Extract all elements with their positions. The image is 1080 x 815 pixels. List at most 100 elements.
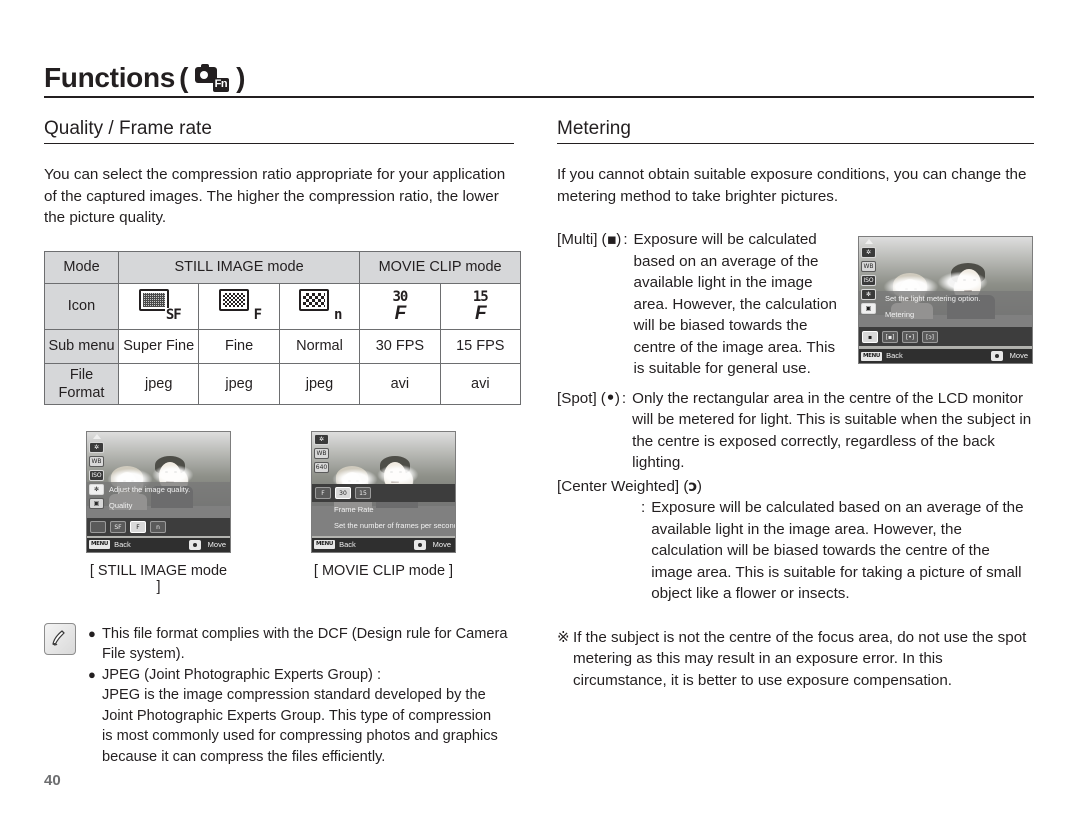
lcd-screenshot-metering-wrap: ✲ WB ISO ✻ ▣ Set the light metering opti… [858,236,1033,364]
lcd-caption-row: [ STILL IMAGE mode ] [ MOVIE CLIP mode ] [44,563,519,595]
lcd-option-bar: F 30 15 [312,483,455,502]
lcd-move-group: Move [413,538,451,552]
dpad-icon[interactable] [990,351,1003,361]
page-title-text: Functions [44,62,176,93]
icon-cell-super-fine: SF [117,282,200,330]
note-pen-icon [44,622,76,655]
note-list: ● This file format complies with the DCF… [88,623,508,768]
quality-menu-icon: ✻ [89,483,104,495]
definition-description-spot: Only the rectangular area in the centre … [632,389,1032,472]
scroll-up-arrow-icon [92,433,101,439]
quality-superfine-icon: SF [138,289,182,322]
table-row: Icon SF F n 30 F 15 F [44,282,522,330]
table-row: Sub menu Super Fine Fine Normal 30 FPS 1… [44,328,522,364]
note-line: JPEG is the image compression standard d… [102,687,486,703]
lcd-info-bar: Adjust the image quality. Quality [87,481,230,518]
right-column: Metering If you cannot obtain suitable e… [557,118,1034,691]
icon-cell-normal: n [278,282,361,330]
lcd-back-label: Back [339,539,356,549]
submenu-super-fine: Super Fine [117,328,200,364]
quality-section-divider [44,143,514,144]
camera-fn-icon: Fn [195,64,230,92]
lcd-move-group: Move [188,538,226,552]
framerate-option-30[interactable]: 30 [335,486,351,499]
row-label-sub-menu: Sub menu [44,328,119,364]
left-column: Quality / Frame rate You can select the … [44,118,522,768]
framerate-15-icon: 15 F [473,289,489,324]
quality-option-superfine[interactable]: SF [110,520,126,533]
definition-term-multi: [Multi] (▪) [557,229,621,380]
resolution-badge-icon: 640 [314,461,329,473]
definition-label: [Center Weighted] [557,477,680,495]
quality-normal-icon: n [299,289,343,322]
iso-icon: ISO [861,275,876,286]
framerate-option-icon[interactable]: F [315,486,331,499]
paren-open: ( [179,62,189,93]
metering-option-multi[interactable]: [▪] [882,330,898,343]
note-block: ● This file format complies with the DCF… [44,622,519,768]
metering-option-spot[interactable]: [•] [902,330,918,343]
lcd-back-label: Back [886,351,903,360]
center-weighted-metering-icon: (ɔ) [683,476,702,495]
row-label-icon: Icon [44,282,119,330]
caption-still-image-mode: [ STILL IMAGE mode ] [89,562,228,595]
quality-option-normal[interactable]: n [150,520,166,533]
table-row: File Format jpeg jpeg jpeg avi avi [44,362,522,405]
menu-button-chip[interactable]: MENU [861,351,883,361]
header-still-image-mode: STILL IMAGE mode [117,250,361,284]
quality-option-fine[interactable]: F [130,520,146,533]
definition-multi: [Multi] (▪) : Exposure will be calculate… [557,229,847,380]
metering-menu-icon: ▣ [89,497,104,509]
quality-menu-icon: ✻ [861,289,876,300]
iso-icon: ISO [89,469,104,481]
lcd-move-group: Move [990,349,1028,363]
fileformat-normal: jpeg [278,362,361,405]
lcd-help-text: Set the light metering option. [885,294,981,303]
submenu-15fps: 15 FPS [439,328,522,364]
definition-term-center-weighted: [Center Weighted] (ɔ) [557,476,1034,498]
lcd-left-icon-strip: ✲ WB ISO ✻ ▣ [860,239,877,314]
asterisk-note-text: If the subject is not the centre of the … [573,628,1027,689]
lcd-menu-name: Frame Rate [334,504,374,514]
metering-section-divider [557,143,1034,144]
metering-option-current[interactable]: ▪ [862,330,878,343]
icon-cell-fine: F [198,282,280,330]
lcd-screenshot-metering: ✲ WB ISO ✻ ▣ Set the light metering opti… [858,236,1033,364]
spot-metering-icon: (•) [600,388,620,407]
lcd-move-label: Move [432,539,451,549]
lcd-info-bar: Frame Rate Set the number of frames per … [312,501,455,536]
bullet-icon: ● [88,625,96,641]
quality-option-icon[interactable] [90,520,106,533]
page-header: Functions ( Fn ) [44,62,1034,98]
framerate-option-15[interactable]: 15 [355,486,371,499]
dpad-icon[interactable] [188,539,201,550]
metering-option-center-weighted[interactable]: [ɔ] [922,330,938,343]
bullet-icon: ● [88,666,96,682]
scroll-up-arrow-icon [864,239,873,244]
icon-cell-15fps: 15 F [439,282,522,330]
note-line: This file format complies with the DCF (… [102,625,508,642]
submenu-30fps: 30 FPS [359,328,441,364]
definition-colon: : [641,499,646,516]
lcd-left-icon-strip: ✲ WB ISO ✻ ▣ [88,433,105,509]
metering-menu-icon: ▣ [861,303,876,314]
header-divider [44,96,1034,98]
quality-section-title: Quality / Frame rate [44,118,212,139]
white-balance-icon: WB [861,261,876,272]
lcd-option-bar: ▪ [▪] [•] [ɔ] [859,327,1032,346]
manual-page: Functions ( Fn ) Quality / Frame rate Yo… [0,0,1080,815]
lcd-bottom-bar: MENU Back Move [859,349,1032,363]
dpad-icon[interactable] [413,539,426,550]
multi-metering-icon: (▪) [601,230,622,248]
definition-term-spot: [Spot] (•) [557,388,620,474]
definition-description-center-weighted: Exposure will be calculated based on an … [651,499,1024,602]
framerate-f-glyph: F [474,302,487,324]
note-text: This file format complies with the DCF (… [102,624,508,665]
menu-button-chip[interactable]: MENU [89,540,111,549]
exposure-compensation-icon: ✲ [861,247,876,258]
note-line: is most commonly used for compressing ph… [102,728,498,744]
note-line: Joint Photographic Experts Group. This t… [102,707,492,724]
menu-button-chip[interactable]: MENU [314,540,336,549]
quality-fine-icon: F [219,289,262,322]
